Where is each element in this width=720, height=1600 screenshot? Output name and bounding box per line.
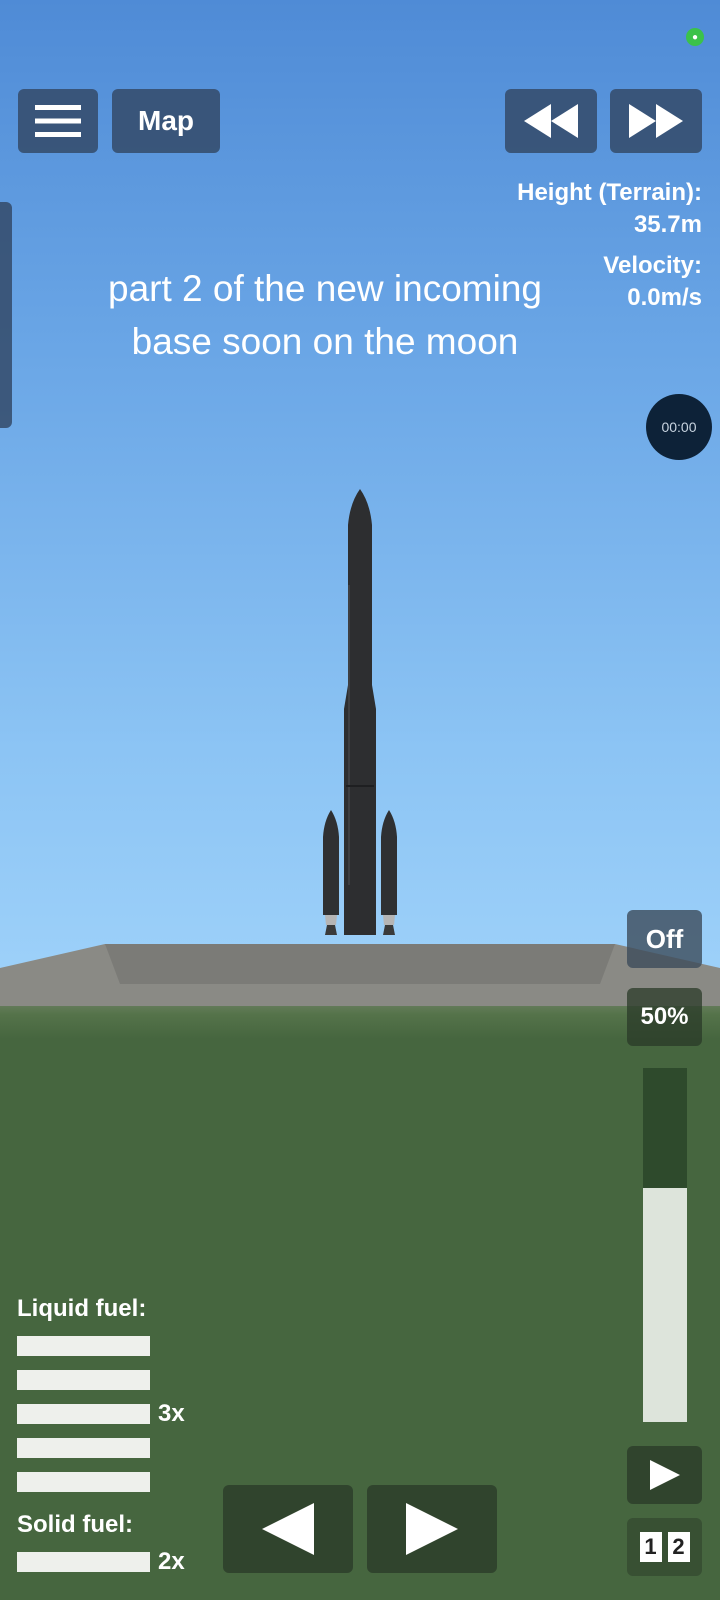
hamburger-icon (35, 105, 81, 137)
solid-fuel-multiplier: 2x (158, 1548, 185, 1575)
rotate-left-button[interactable] (223, 1485, 353, 1573)
throttle-percent-label: 50% (640, 1003, 689, 1030)
menu-button[interactable] (18, 89, 98, 153)
solid-fuel-label: Solid fuel: (17, 1511, 133, 1538)
fast-forward-icon (629, 104, 683, 138)
time-warp-faster-button[interactable] (610, 89, 702, 153)
side-panel-tab[interactable] (0, 202, 12, 428)
stage-2-box[interactable]: 2 (667, 1532, 690, 1562)
triangle-right-icon (406, 1503, 458, 1555)
rcs-toggle-label: Off (645, 923, 684, 954)
height-value: 35.7m (633, 211, 702, 238)
velocity-label: Velocity: (603, 252, 702, 279)
map-button-label: Map (138, 105, 194, 136)
throttle-slider-fill (643, 1188, 687, 1422)
video-caption: part 2 of the new incoming base soon on … (60, 262, 590, 368)
rocket[interactable] (310, 485, 410, 945)
play-icon (649, 1460, 680, 1490)
height-label: Height (Terrain): (517, 179, 702, 206)
stage-selector[interactable]: 1 2 (627, 1518, 702, 1576)
caption-line-1: part 2 of the new incoming (108, 268, 542, 309)
recording-timer[interactable]: 00:00 (646, 394, 712, 460)
stage-1-box[interactable]: 1 (639, 1532, 662, 1562)
rewind-icon (524, 104, 578, 138)
triangle-left-icon (262, 1503, 314, 1555)
throttle-slider[interactable] (643, 1068, 687, 1422)
time-warp-slower-button[interactable] (505, 89, 597, 153)
liquid-fuel-bar (17, 1438, 150, 1458)
caption-line-2: base soon on the moon (131, 321, 519, 362)
liquid-fuel-bar (17, 1404, 150, 1424)
liquid-fuel-bar (17, 1370, 150, 1390)
liquid-fuel-bar (17, 1336, 150, 1356)
liquid-fuel-multiplier: 3x (158, 1400, 185, 1427)
map-button[interactable]: Map (112, 89, 220, 153)
mic-indicator-icon: ● (686, 28, 704, 46)
throttle-percent-button[interactable]: 50% (627, 988, 702, 1046)
rotate-right-button[interactable] (367, 1485, 497, 1573)
velocity-value: 0.0m/s (627, 284, 702, 311)
liquid-fuel-bar (17, 1472, 150, 1492)
rcs-toggle-button[interactable]: Off (627, 910, 702, 968)
launch-pad (0, 944, 720, 1006)
activate-stage-button[interactable] (627, 1446, 702, 1504)
liquid-fuel-label: Liquid fuel: (17, 1295, 147, 1322)
solid-fuel-bar (17, 1552, 150, 1572)
